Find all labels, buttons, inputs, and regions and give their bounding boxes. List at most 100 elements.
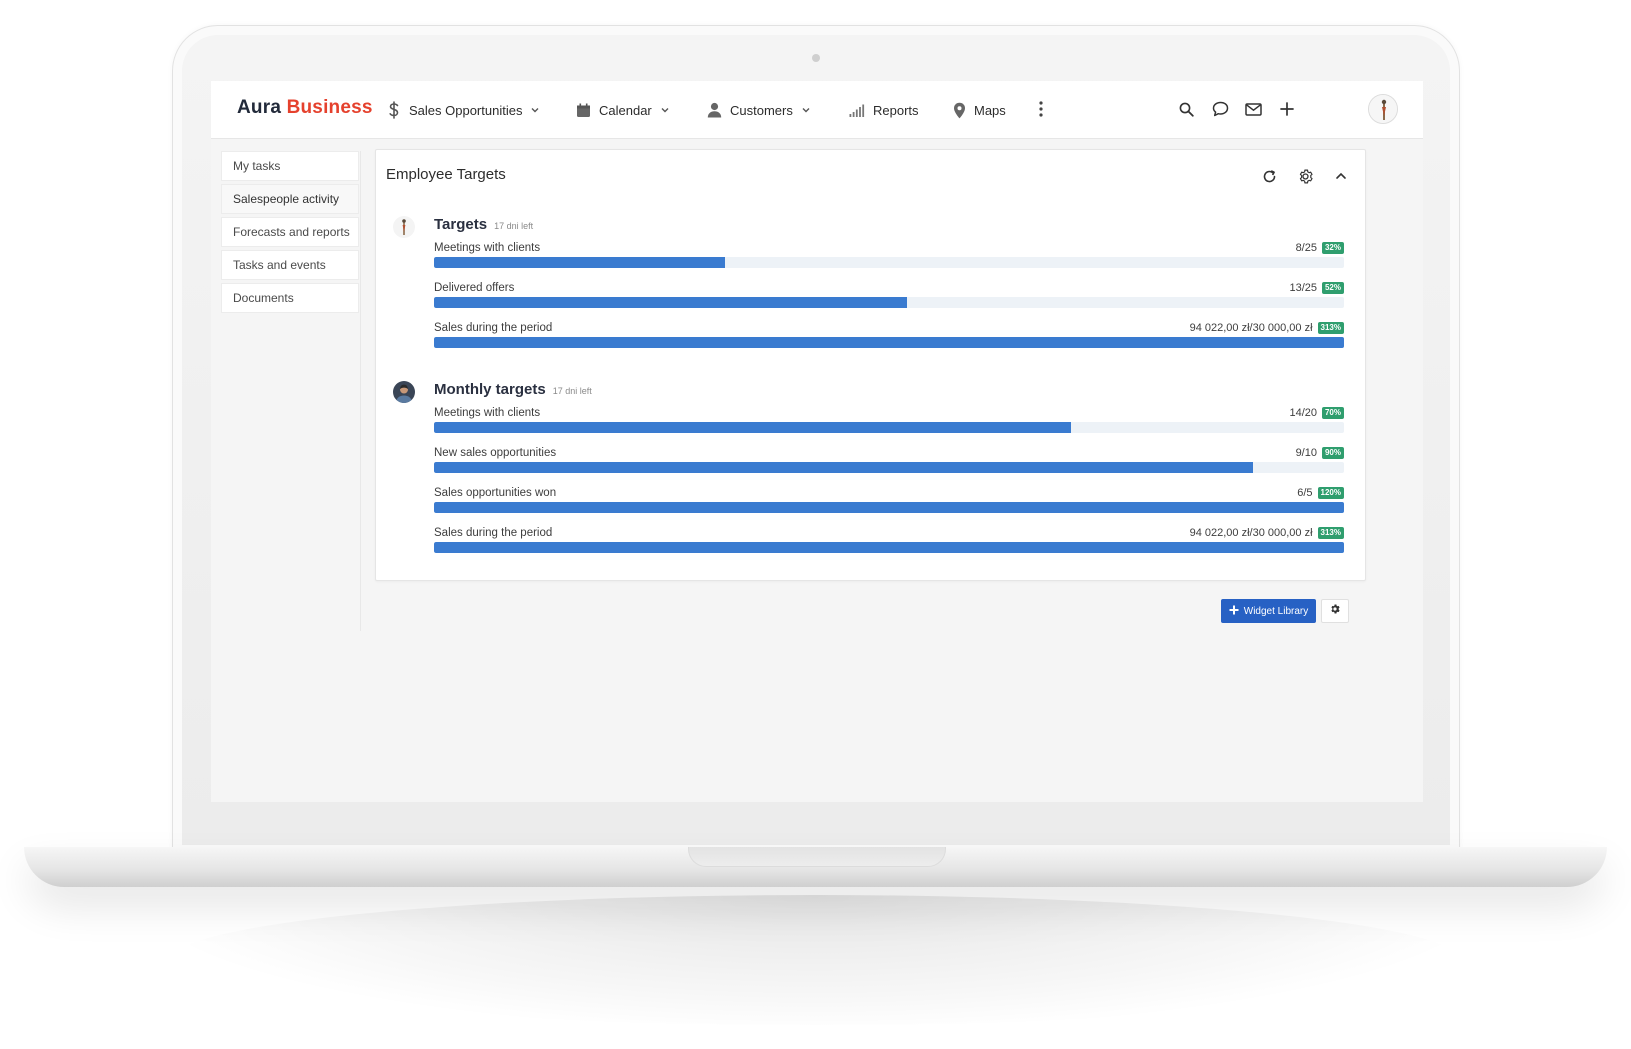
dashboard-settings-button[interactable] — [1321, 599, 1349, 623]
target-values: 94 022,00 zł/30 000,00 zł 313% — [1190, 527, 1344, 539]
target-value: 94 022,00 zł/30 000,00 zł — [1189, 322, 1313, 334]
target-values: 9/10 90% — [1296, 447, 1344, 459]
sidebar: My tasks Salespeople activity Forecasts … — [221, 151, 361, 631]
percent-badge: 90% — [1321, 447, 1344, 459]
chevron-down-icon — [660, 105, 670, 115]
percent-badge: 32% — [1321, 242, 1344, 254]
target-label: New sales opportunities — [434, 447, 557, 459]
target-label: Meetings with clients — [434, 242, 541, 254]
target-values: 6/5 120% — [1297, 487, 1344, 499]
nav-label: Customers — [730, 102, 793, 118]
widget-title: Employee Targets — [386, 166, 506, 183]
gear-icon — [1329, 602, 1341, 620]
target-value: 9/10 — [1295, 447, 1317, 459]
refresh-icon[interactable] — [1259, 166, 1279, 186]
camera-dot — [812, 54, 820, 62]
calendar-icon — [576, 103, 591, 118]
target-row: Meetings with clients 14/20 70% — [434, 407, 1344, 447]
collapse-icon[interactable] — [1331, 166, 1351, 186]
progress-fill — [434, 337, 1344, 348]
progress-track — [434, 542, 1344, 553]
sidebar-item-tasks-and-events[interactable]: Tasks and events — [221, 250, 359, 280]
brand-part1: Aura — [237, 97, 282, 118]
settings-icon[interactable] — [1295, 166, 1315, 186]
target-label: Sales during the period — [434, 322, 553, 334]
percent-badge: 52% — [1321, 282, 1344, 294]
widget-library-button[interactable]: Widget Library — [1221, 599, 1316, 623]
progress-fill — [434, 462, 1253, 473]
nav-label: Reports — [873, 102, 919, 118]
user-icon — [707, 102, 722, 118]
percent-badge: 313% — [1317, 322, 1344, 334]
nav-label: Calendar — [599, 102, 652, 118]
signal-bars-icon — [849, 104, 865, 117]
brand-logo[interactable]: Aura Business — [237, 97, 373, 119]
percent-badge: 120% — [1317, 487, 1344, 499]
group-subtitle: 17 dni left — [494, 221, 534, 231]
target-value: 6/5 — [1297, 487, 1313, 499]
nav-reports[interactable]: Reports — [849, 99, 919, 121]
sidebar-item-my-tasks[interactable]: My tasks — [221, 151, 359, 181]
progress-track — [434, 462, 1344, 473]
laptop-shadow — [170, 895, 1460, 1025]
percent-badge: 70% — [1321, 407, 1344, 419]
search-icon[interactable] — [1175, 98, 1197, 120]
employee-avatar — [393, 381, 415, 403]
nav-calendar[interactable]: Calendar — [576, 99, 670, 121]
progress-fill — [434, 502, 1344, 513]
target-label: Sales during the period — [434, 527, 553, 539]
map-pin-icon — [953, 102, 966, 119]
group-title: Monthly targets — [434, 381, 546, 398]
progress-track — [434, 257, 1344, 268]
target-values: 14/20 70% — [1289, 407, 1344, 419]
mail-icon[interactable] — [1242, 98, 1264, 120]
target-label: Meetings with clients — [434, 407, 541, 419]
target-value: 94 022,00 zł/30 000,00 zł — [1189, 527, 1313, 539]
group-header: Monthly targets 17 dni left — [434, 381, 592, 398]
employee-targets-widget: Employee Targets Targets 17 dni left Mee… — [375, 149, 1366, 581]
more-vertical-icon[interactable] — [1030, 98, 1052, 120]
percent-badge: 313% — [1317, 527, 1344, 539]
target-row: Delivered offers 13/25 52% — [434, 282, 1344, 322]
group-subtitle: 17 dni left — [552, 386, 592, 396]
plus-icon[interactable] — [1276, 98, 1298, 120]
target-row: Sales opportunities won 6/5 120% — [434, 487, 1344, 527]
target-values: 8/25 32% — [1296, 242, 1344, 254]
target-label: Delivered offers — [434, 282, 515, 294]
target-value: 13/25 — [1289, 282, 1317, 294]
target-row: Meetings with clients 8/25 32% — [434, 242, 1344, 282]
progress-track — [434, 337, 1344, 348]
nav-maps[interactable]: Maps — [953, 99, 1006, 121]
progress-track — [434, 502, 1344, 513]
progress-fill — [434, 297, 908, 308]
laptop-notch — [688, 847, 946, 867]
target-row: Sales during the period 94 022,00 zł/30 … — [434, 322, 1344, 362]
dollar-icon — [387, 101, 401, 119]
plus-icon — [1229, 605, 1239, 618]
sidebar-item-forecasts-and-reports[interactable]: Forecasts and reports — [221, 217, 359, 247]
sidebar-item-documents[interactable]: Documents — [221, 283, 359, 313]
user-avatar[interactable] — [1368, 94, 1398, 124]
nav-sales-opportunities[interactable]: Sales Opportunities — [387, 99, 540, 121]
target-values: 94 022,00 zł/30 000,00 zł 313% — [1190, 322, 1344, 334]
sidebar-item-salespeople-activity[interactable]: Salespeople activity — [221, 184, 359, 214]
widget-library-label: Widget Library — [1243, 605, 1309, 617]
chevron-down-icon — [530, 105, 540, 115]
chat-icon[interactable] — [1209, 98, 1231, 120]
target-value: 14/20 — [1289, 407, 1317, 419]
target-value: 8/25 — [1295, 242, 1317, 254]
nav-label: Maps — [974, 102, 1006, 118]
nav-label: Sales Opportunities — [409, 102, 523, 118]
target-row: New sales opportunities 9/10 90% — [434, 447, 1344, 487]
progress-track — [434, 297, 1344, 308]
employee-avatar — [393, 216, 415, 238]
group-header: Targets 17 dni left — [434, 216, 533, 233]
target-row: Sales during the period 94 022,00 zł/30 … — [434, 527, 1344, 567]
progress-fill — [434, 257, 726, 268]
brand-part2: Business — [286, 97, 373, 118]
progress-fill — [434, 422, 1071, 433]
nav-customers[interactable]: Customers — [707, 99, 811, 121]
group-title: Targets — [434, 216, 488, 233]
target-label: Sales opportunities won — [434, 487, 557, 499]
progress-track — [434, 422, 1344, 433]
